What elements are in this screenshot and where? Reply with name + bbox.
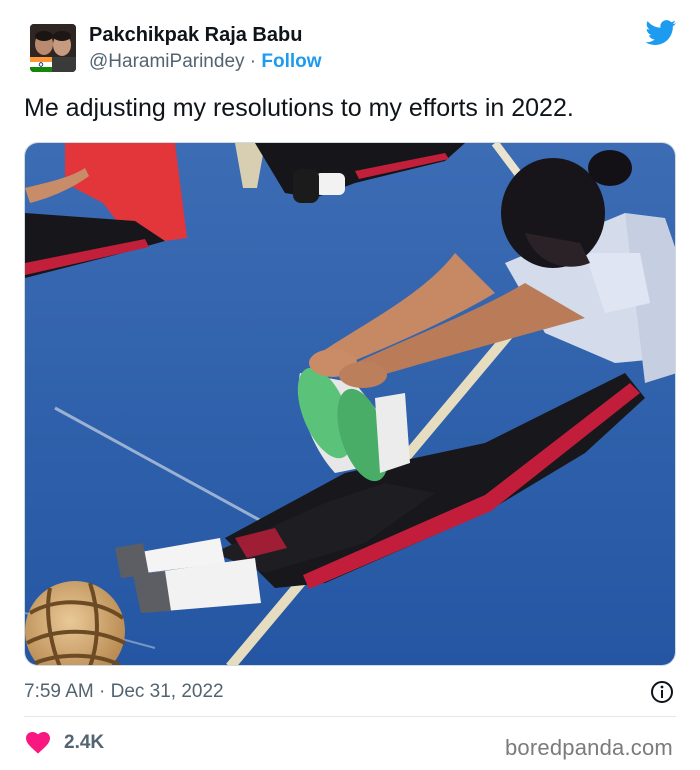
separator-dot: ·	[249, 51, 257, 72]
like-button[interactable]: 2.4K	[26, 732, 104, 754]
tweet-card: Pakchikpak Raja Babu @HaramiParindey · F…	[0, 0, 700, 770]
avatar[interactable]	[30, 24, 76, 72]
tweet-timestamp[interactable]: 7:59 AM · Dec 31, 2022	[24, 681, 224, 703]
follow-button[interactable]: Follow	[261, 51, 321, 72]
tweet-text: Me adjusting my resolutions to my effort…	[24, 94, 574, 122]
tweet-photo[interactable]	[24, 142, 676, 666]
author-display-name[interactable]: Pakchikpak Raja Babu	[89, 24, 302, 47]
boredpanda-watermark: boredpanda.com	[505, 735, 673, 760]
like-count: 2.4K	[64, 732, 105, 753]
author-handle-line: @HaramiParindey · Follow	[89, 51, 322, 73]
author-handle[interactable]: @HaramiParindey	[89, 51, 245, 72]
twitter-bird-icon[interactable]	[645, 20, 677, 46]
info-icon[interactable]	[650, 680, 674, 704]
heart-icon	[26, 732, 50, 754]
divider	[24, 716, 676, 717]
